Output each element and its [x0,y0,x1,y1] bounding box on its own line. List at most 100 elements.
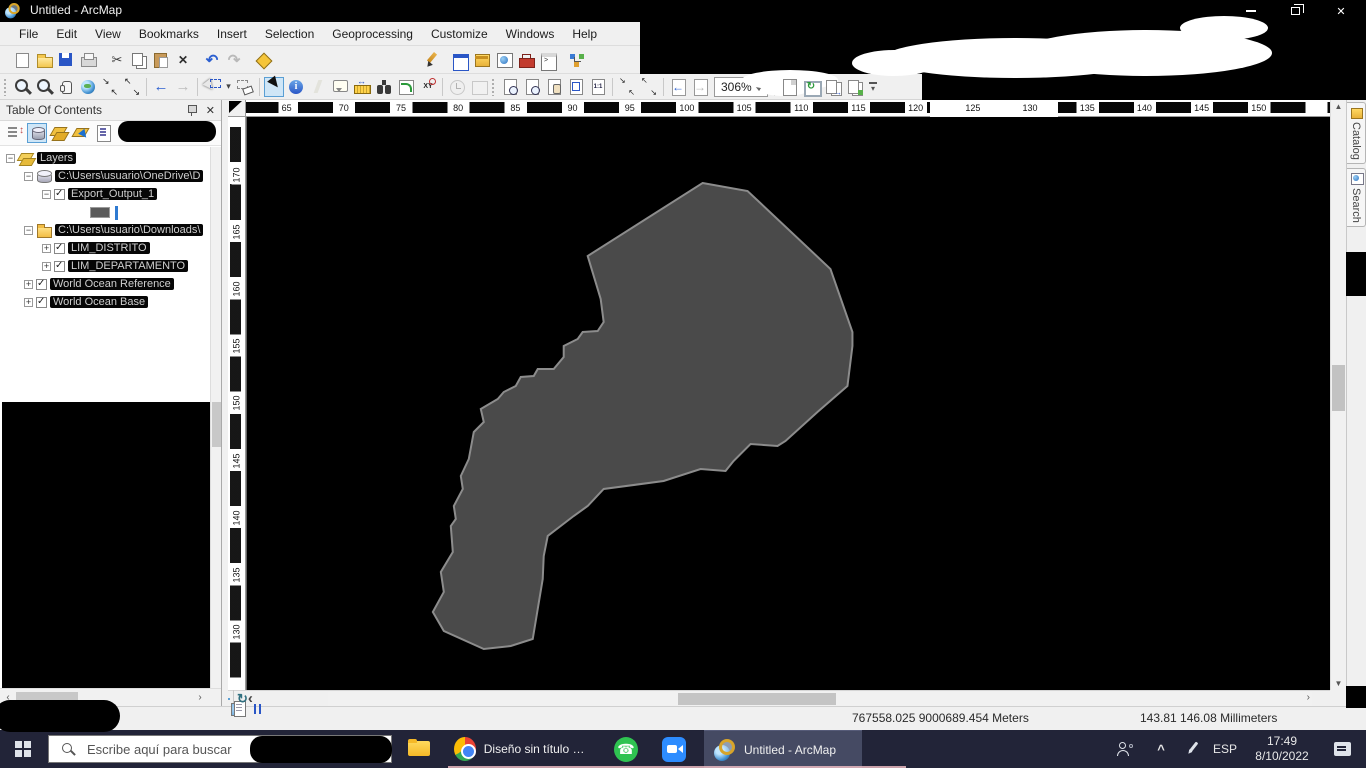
list-by-drawing-order-button[interactable] [5,123,25,143]
scroll-left-arrow-icon[interactable]: ‹ [0,692,16,703]
separator[interactable] [146,77,147,96]
scroll-right-arrow-icon[interactable]: › [1307,692,1310,703]
tab-catalog[interactable]: Catalog [1347,102,1366,164]
scrollbar-thumb[interactable] [678,693,836,705]
tree-expander-icon[interactable]: + [42,243,51,253]
toolbar-grip[interactable] [3,77,8,96]
viewer-window-button[interactable] [469,77,489,97]
editor-toolbar-button[interactable] [421,50,441,70]
search-input[interactable] [49,736,391,762]
open-button[interactable] [34,50,54,70]
separator[interactable] [774,77,775,96]
add-data-button[interactable]: + [253,50,273,70]
people-tray-icon[interactable] [1110,730,1140,768]
zoom-in-tool[interactable]: + [12,77,32,97]
layout-zoom-out-tool[interactable] [522,77,542,97]
cut-button[interactable]: ✂ [107,50,127,70]
undo-button[interactable]: ↶ [202,50,222,70]
toc-options-button[interactable] [93,123,113,143]
arcmap-taskbar-button[interactable]: Untitled - ArcMap [704,730,862,768]
separator[interactable] [442,77,443,96]
pin-icon[interactable] [186,104,198,116]
map-canvas[interactable] [246,117,1330,690]
toc-tree-row[interactable]: − Export_Output_1 [0,185,221,203]
layout-zoom-whole-page-button[interactable] [566,77,586,97]
scroll-down-arrow-icon[interactable]: ▼ [1331,679,1346,688]
layout-zoom-percent-combo[interactable]: 306% [714,76,768,97]
taskbar-search[interactable] [48,735,392,763]
full-extent-button[interactable] [78,77,98,97]
layout-fixed-zoom-out-button[interactable] [639,76,659,97]
go-back-extent-button[interactable]: ← [151,77,171,97]
focus-data-frame-button[interactable]: ↻ [801,77,822,97]
layer-visibility-checkbox[interactable] [54,188,65,200]
toc-tree-row[interactable]: − C:\Users\usuario\Downloads\ [0,221,221,239]
tab-search[interactable]: Search [1347,167,1366,227]
arctoolbox-button[interactable] [516,50,536,70]
scrollbar-thumb[interactable] [212,402,221,447]
toc-tree-row[interactable]: + World Ocean Base [0,293,221,311]
select-features-dropdown[interactable]: ▾ [223,77,234,97]
zoom-out-tool[interactable]: − [34,77,54,97]
layer-visibility-checkbox[interactable] [36,296,47,308]
layout-zoom-100-button[interactable]: 1:1 [588,77,608,97]
file-explorer-taskbar-button[interactable] [398,730,442,768]
list-by-visibility-button[interactable] [49,123,69,143]
measure-tool[interactable] [352,76,372,97]
separator[interactable] [663,77,664,96]
scroll-up-arrow-icon[interactable]: ▲ [1331,102,1346,111]
layer-visibility-checkbox[interactable] [54,242,65,254]
notification-center-icon[interactable] [1324,730,1360,768]
tree-expander-icon[interactable]: − [24,171,33,181]
fixed-zoom-out-button[interactable] [122,76,142,98]
layout-pan-tool[interactable] [544,77,564,97]
go-forward-extent-button[interactable]: → [173,77,193,97]
clock[interactable]: 17:49 8/10/2022 [1244,730,1320,768]
zoom-taskbar-button[interactable] [652,730,696,768]
pen-tray-icon[interactable] [1180,730,1206,768]
minimize-button[interactable] [1236,0,1266,22]
language-indicator[interactable]: ESP [1206,730,1244,768]
toc-tree-row[interactable]: − Layers [0,149,221,167]
separator[interactable] [197,77,198,96]
refresh-view-button[interactable]: ↻ [237,691,248,707]
save-button[interactable] [56,50,76,70]
identify-tool[interactable]: i [286,77,306,97]
python-window-button[interactable] [538,50,558,71]
html-popup-tool[interactable] [330,77,350,97]
pan-tool[interactable] [56,77,76,97]
time-slider-button[interactable] [447,77,467,97]
tree-expander-icon[interactable]: − [42,189,51,199]
layout-go-back-button[interactable]: ← [668,77,688,97]
copy-button[interactable] [129,50,149,70]
new-document-button[interactable] [12,50,32,70]
print-button[interactable] [78,50,98,70]
data-driven-pages-button[interactable] [845,77,865,97]
menu-item[interactable]: Edit [47,24,86,44]
menu-item[interactable]: Help [563,24,606,44]
map-horizontal-scrollbar[interactable]: › [328,692,1312,706]
select-elements-tool[interactable] [264,76,284,97]
menu-item[interactable]: Bookmarks [130,24,208,44]
start-button[interactable] [0,730,48,768]
tree-expander-icon[interactable]: − [6,153,15,163]
paste-button[interactable] [151,50,171,70]
toggle-draft-mode-button[interactable] [779,77,799,97]
layout-zoom-in-tool[interactable] [500,77,520,97]
fixed-zoom-in-button[interactable] [100,76,120,98]
menu-item[interactable]: Customize [422,24,497,44]
whatsapp-taskbar-button[interactable]: ☎ [604,730,648,768]
toc-tree-row[interactable]: + LIM_DEPARTAMENTO [0,257,221,275]
tree-expander-icon[interactable]: − [24,225,33,235]
layout-view-button[interactable] [228,697,246,717]
layout-fixed-zoom-in-button[interactable] [617,76,637,97]
toc-tree-row[interactable]: + World Ocean Reference [0,275,221,293]
restore-button[interactable] [1280,0,1310,22]
modelbuilder-button[interactable] [567,50,587,70]
close-button[interactable]: ✕ [1326,0,1356,22]
layer-visibility-checkbox[interactable] [54,260,65,272]
chrome-taskbar-button[interactable]: Diseño sin título - 8... [444,730,596,768]
toc-close-icon[interactable]: ✕ [206,104,215,117]
layer-symbol-swatch[interactable] [90,205,118,220]
tray-chevron-up-icon[interactable]: ^ [1148,730,1174,768]
